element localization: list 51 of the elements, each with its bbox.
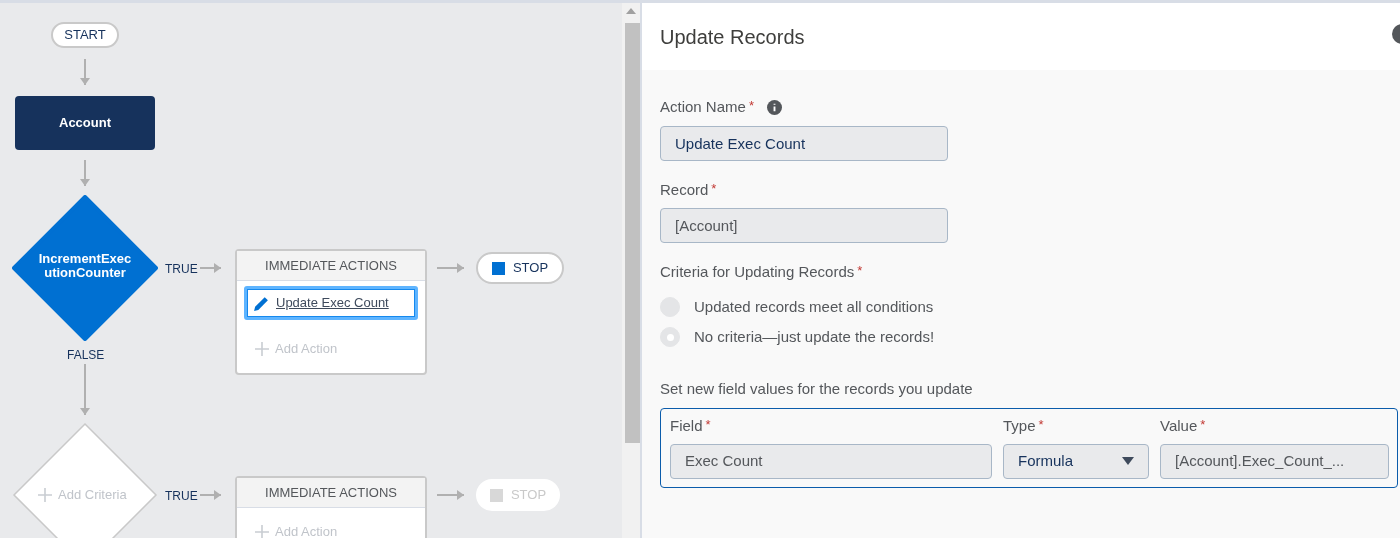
false-label: FALSE xyxy=(67,347,105,364)
criteria-name: IncrementExecutionCounter xyxy=(37,252,133,280)
required-mark: * xyxy=(748,97,754,115)
caret-icon xyxy=(1122,457,1134,465)
required-mark: * xyxy=(711,179,717,198)
field-label: Action Name xyxy=(660,97,746,117)
empty-criteria-diamond[interactable] xyxy=(12,422,158,538)
true-label: TRUE xyxy=(165,488,198,505)
field-input[interactable]: Exec Count xyxy=(670,443,992,479)
start-node[interactable]: START xyxy=(51,22,119,48)
connector-arrow xyxy=(199,263,222,273)
connector-arrow xyxy=(80,159,90,187)
type-select[interactable]: Formula xyxy=(1003,443,1149,479)
connector-arrow xyxy=(436,263,465,273)
column-label: Field xyxy=(670,416,703,436)
plus-icon xyxy=(38,487,52,502)
connector-arrow xyxy=(80,58,90,86)
actions-header: IMMEDIATE ACTIONS xyxy=(237,478,425,508)
required-mark: * xyxy=(1038,416,1044,434)
panel-title: Update Records xyxy=(660,24,805,50)
section-label: Set new field values for the records you update xyxy=(660,378,973,399)
radio-button[interactable] xyxy=(660,327,680,348)
required-mark: * xyxy=(857,262,863,280)
connector-arrow xyxy=(436,490,465,500)
required-mark: * xyxy=(705,416,711,434)
info-icon[interactable] xyxy=(766,99,782,115)
column-label: Type xyxy=(1003,416,1036,436)
connector-arrow xyxy=(199,490,222,500)
criteria-diamond[interactable] xyxy=(12,195,158,341)
connector-arrow xyxy=(80,363,90,416)
stop-node[interactable]: STOP xyxy=(476,252,564,284)
action-item[interactable]: Update Exec Count xyxy=(244,286,418,320)
plus-icon xyxy=(255,341,269,356)
column-label: Value xyxy=(1160,416,1198,436)
scrollbar-thumb[interactable] xyxy=(625,23,640,443)
radio-label: Updated records meet all conditions xyxy=(694,296,934,317)
object-node[interactable]: Account xyxy=(15,96,155,150)
text-field[interactable]: Update Exec Count xyxy=(660,125,948,161)
field-label: Record xyxy=(660,179,709,200)
field-label: Criteria for Updating Records xyxy=(660,262,855,282)
value-input[interactable]: [Account].Exec_Count_... xyxy=(1160,443,1389,479)
scrollbar[interactable] xyxy=(622,3,640,538)
stop-square-icon xyxy=(489,488,503,502)
stop-label: STOP xyxy=(512,259,549,278)
stop-square-icon xyxy=(491,261,505,275)
action-name[interactable]: Update Exec Count xyxy=(276,293,389,313)
radio-label: No criteria—just update the records! xyxy=(694,327,935,347)
true-label: TRUE xyxy=(165,261,198,278)
actions-header: IMMEDIATE ACTIONS xyxy=(237,251,425,281)
pencil-icon xyxy=(253,294,270,312)
required-mark: * xyxy=(1200,416,1206,434)
